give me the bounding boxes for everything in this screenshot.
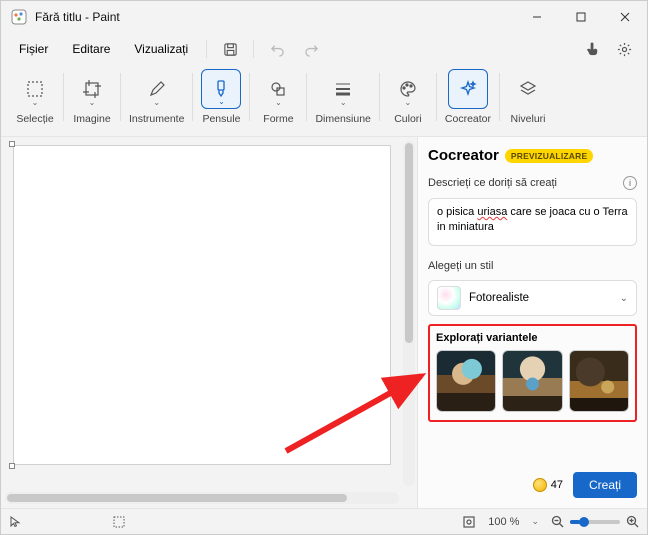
title-bar: Fără titlu - Paint — [1, 1, 647, 33]
maximize-button[interactable] — [559, 1, 603, 33]
brushes-tool[interactable]: ⌄ — [201, 69, 241, 109]
divider — [206, 40, 207, 58]
zoom-slider[interactable] — [570, 520, 620, 524]
variant-thumbnail-2[interactable] — [502, 350, 562, 412]
undo-button[interactable] — [262, 35, 292, 63]
menu-file[interactable]: Fișier — [9, 38, 58, 60]
layers-label: Niveluri — [511, 113, 546, 125]
selection-size-icon — [113, 516, 125, 528]
canvas[interactable] — [13, 145, 391, 465]
size-label: Dimensiune — [315, 113, 370, 125]
window-controls — [515, 1, 647, 33]
chevron-down-icon[interactable]: ⌄ — [531, 516, 539, 527]
layers-icon — [518, 79, 538, 99]
layers-tool[interactable] — [508, 69, 548, 109]
selection-label: Selecție — [16, 113, 53, 125]
brush-icon — [211, 79, 231, 99]
info-icon[interactable]: i — [623, 176, 637, 190]
zoom-slider-knob[interactable] — [579, 517, 589, 527]
pencil-icon — [147, 79, 167, 99]
scroll-thumb[interactable] — [405, 143, 413, 343]
redo-button[interactable] — [296, 35, 326, 63]
coin-icon — [533, 478, 547, 492]
chevron-down-icon: ⌄ — [620, 293, 628, 304]
divider — [63, 73, 64, 121]
fit-screen-icon[interactable] — [462, 515, 476, 529]
cocreator-title: Cocreator — [428, 147, 499, 164]
variant-thumbnail-3[interactable] — [569, 350, 629, 412]
resize-handle[interactable] — [9, 463, 15, 469]
scroll-thumb[interactable] — [7, 494, 347, 502]
preview-badge: PREVIZUALIZARE — [505, 149, 593, 163]
menu-view[interactable]: Vizualizați — [124, 38, 198, 60]
selection-tool[interactable]: ⌄ — [15, 69, 55, 109]
lineweight-icon — [333, 79, 353, 99]
window-title: Fără titlu - Paint — [35, 10, 515, 24]
crop-icon — [82, 79, 102, 99]
image-label: Imagine — [73, 113, 110, 125]
selection-icon — [25, 79, 45, 99]
create-button[interactable]: Creați — [573, 472, 637, 498]
cocreator-tool[interactable] — [448, 69, 488, 109]
status-bar: 100 % ⌄ — [1, 508, 647, 534]
shapes-label: Forme — [263, 113, 293, 125]
close-button[interactable] — [603, 1, 647, 33]
variants-section: Explorați variantele — [428, 324, 637, 422]
variant-thumbnail-1[interactable] — [436, 350, 496, 412]
credits-counter: 47 — [533, 478, 563, 492]
divider — [192, 73, 193, 121]
canvas-area — [1, 137, 417, 508]
image-tool[interactable]: ⌄ — [72, 69, 112, 109]
cocreator-panel: Cocreator PREVIZUALIZARE Descrieți ce do… — [417, 137, 647, 508]
shapes-icon — [268, 79, 288, 99]
style-swatch-icon — [437, 286, 461, 310]
save-button[interactable] — [215, 35, 245, 63]
size-tool[interactable]: ⌄ — [323, 69, 363, 109]
variants-label: Explorați variantele — [436, 332, 629, 344]
brushes-label: Pensule — [202, 113, 240, 125]
horizontal-scrollbar[interactable] — [5, 492, 399, 504]
ribbon: ⌄ Selecție ⌄ Imagine ⌄ Instrumente ⌄ Pen… — [1, 65, 647, 137]
spellcheck-word: uriasa — [477, 206, 507, 218]
tools-label: Instrumente — [129, 113, 184, 125]
settings-button[interactable] — [609, 35, 639, 63]
sparkle-icon — [458, 79, 478, 99]
divider — [306, 73, 307, 121]
touch-button[interactable] — [577, 35, 607, 63]
zoom-value: 100 % — [488, 516, 519, 528]
prompt-input[interactable]: o pisica uriasa care se joaca cu o Terra… — [428, 198, 637, 246]
zoom-in-button[interactable] — [626, 515, 639, 528]
colors-label: Culori — [394, 113, 421, 125]
divider — [120, 73, 121, 121]
vertical-scrollbar[interactable] — [403, 141, 415, 486]
colors-tool[interactable]: ⌄ — [388, 69, 428, 109]
style-value: Fotorealiste — [469, 292, 529, 304]
tools-tool[interactable]: ⌄ — [137, 69, 177, 109]
shapes-tool[interactable]: ⌄ — [258, 69, 298, 109]
describe-label: Descrieți ce doriți să creați — [428, 177, 557, 189]
divider — [379, 73, 380, 121]
paint-app-icon — [11, 9, 27, 25]
divider — [499, 73, 500, 121]
menu-bar: Fișier Editare Vizualizați — [1, 33, 647, 65]
style-label: Alegeți un stil — [428, 260, 493, 272]
style-dropdown[interactable]: Fotorealiste ⌄ — [428, 280, 637, 316]
minimize-button[interactable] — [515, 1, 559, 33]
workspace: Cocreator PREVIZUALIZARE Descrieți ce do… — [1, 137, 647, 508]
palette-icon — [398, 79, 418, 99]
cocreator-label: Cocreator — [445, 113, 491, 125]
divider — [253, 40, 254, 58]
zoom-out-button[interactable] — [551, 515, 564, 528]
divider — [436, 73, 437, 121]
menu-edit[interactable]: Editare — [62, 38, 120, 60]
cursor-tool-icon — [9, 516, 21, 528]
divider — [249, 73, 250, 121]
resize-handle[interactable] — [9, 141, 15, 147]
